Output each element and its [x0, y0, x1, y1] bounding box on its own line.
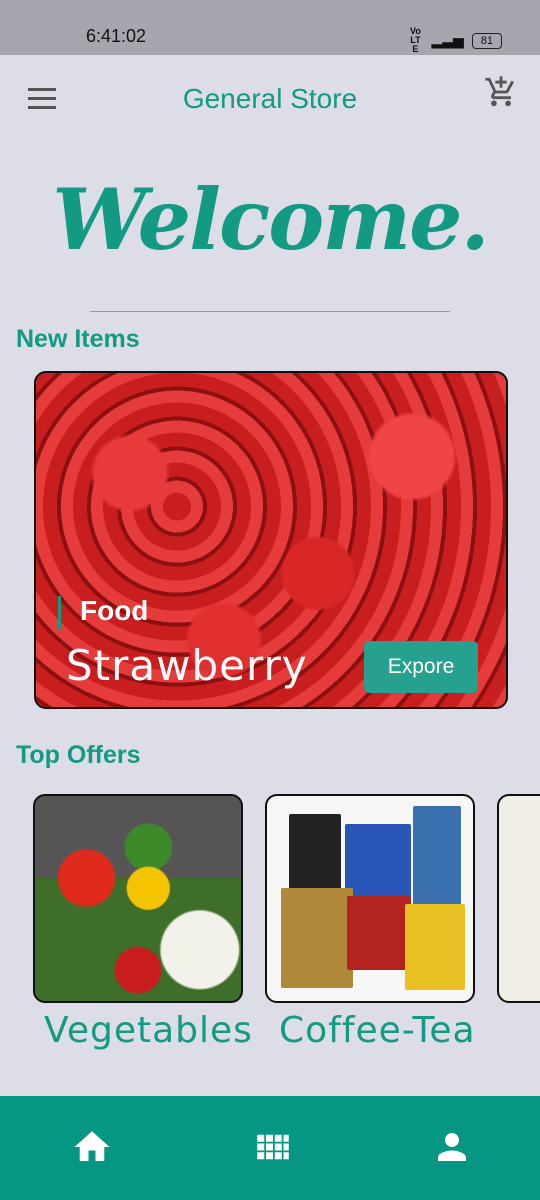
volte-icon: VoLTE [410, 26, 421, 54]
bottom-nav [0, 1096, 540, 1200]
signal-icon: ▂▃▅ [431, 32, 464, 48]
hero-name: Strawberry [66, 641, 308, 690]
home-icon[interactable] [69, 1126, 115, 1168]
offer-card-coffee-tea[interactable] [265, 794, 475, 1003]
offer-card-partial[interactable] [497, 794, 540, 1003]
twinings-box-image [347, 896, 411, 970]
status-time: 6:41:02 [86, 26, 147, 46]
offer-label-vegetables: Vegetables [44, 1010, 253, 1051]
status-bar: 6:41:02 VoLTE ▂▃▅ 81 [0, 0, 540, 55]
offer-label-coffee-tea: Coffee-Tea [279, 1010, 476, 1051]
divider [90, 311, 450, 312]
add-to-cart-icon[interactable] [484, 75, 518, 109]
top-offers-heading: Top Offers [16, 741, 141, 769]
tetley-box-image [345, 824, 411, 904]
gourmet-bag-image [281, 888, 353, 988]
tea-box-image [413, 806, 461, 906]
coffee-bag-image [289, 814, 341, 894]
welcome-heading: Welcome. [52, 170, 490, 269]
battery-icon: 81 [471, 32, 502, 49]
stash-box-image [405, 904, 465, 990]
category-accent-bar [58, 596, 61, 630]
person-icon[interactable] [429, 1126, 475, 1168]
explore-button[interactable]: Expore [364, 641, 478, 693]
hero-category: Food [80, 595, 149, 626]
offer-card-vegetables[interactable] [33, 794, 243, 1003]
new-items-heading: New Items [16, 325, 140, 353]
grid-icon[interactable] [250, 1126, 296, 1168]
hero-card-strawberry[interactable]: Food Strawberry Expore [34, 371, 508, 709]
app-title: General Store [182, 83, 358, 114]
app-bar: General Store [0, 55, 540, 140]
